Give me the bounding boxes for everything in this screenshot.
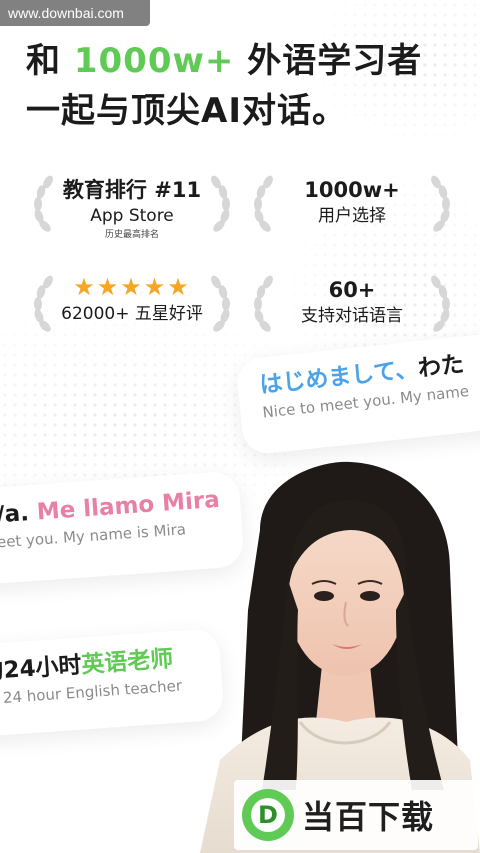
headline-user-count: 1000w+ <box>73 41 235 81</box>
headline-line-2: 一起与顶尖AI对话。 <box>26 91 347 131</box>
stat-users: 1000w+ 用户选择 <box>242 166 462 256</box>
laurel-right-icon <box>211 175 230 232</box>
laurel-left-icon <box>34 175 53 232</box>
promo-screen: www.downbai.com 和 1000w+ 外语学习者 一起与顶尖AI对话… <box>0 0 480 853</box>
stat-rating: ★★★★★ 62000+ 五星好评 <box>22 266 242 356</box>
spanish-phrase-dark: o/a. <box>0 500 30 530</box>
japanese-phrase-dark: わた <box>416 351 466 383</box>
stat-ranking: 教育排行 #11 App Store 历史最高排名 <box>22 166 242 256</box>
headline-suffix: 外语学习者 <box>234 41 423 81</box>
english-phrase-accent: 英语老师 <box>80 646 175 679</box>
laurel-right-icon <box>211 275 230 332</box>
headline-prefix: 和 <box>26 41 74 81</box>
laurel-left-icon <box>254 175 273 232</box>
brand-watermark: D 当百下载 <box>234 780 478 850</box>
laurel-left-icon <box>34 275 53 332</box>
headline: 和 1000w+ 外语学习者 一起与顶尖AI对话。 <box>26 36 466 136</box>
site-watermark: www.downbai.com <box>0 0 150 26</box>
laurel-right-icon <box>431 275 450 332</box>
brand-name: 当百下载 <box>302 798 435 836</box>
brand-logo-letter: D <box>258 801 278 829</box>
headline-line-1: 和 1000w+ 外语学习者 <box>26 36 466 86</box>
laurel-right-icon <box>431 175 450 232</box>
chat-bubble-spanish: o/a. Me llamo Mira meet you. My name is … <box>0 470 245 586</box>
brand-logo-icon: D <box>242 789 294 841</box>
stats-grid: 教育排行 #11 App Store 历史最高排名 1000w+ 用户选择 ★★… <box>22 166 462 346</box>
chat-bubble-english: 的24小时英语老师 ur 24 hour English teacher <box>0 627 225 738</box>
laurel-left-icon <box>254 275 273 332</box>
english-phrase-dark: 的24小时 <box>0 652 83 686</box>
